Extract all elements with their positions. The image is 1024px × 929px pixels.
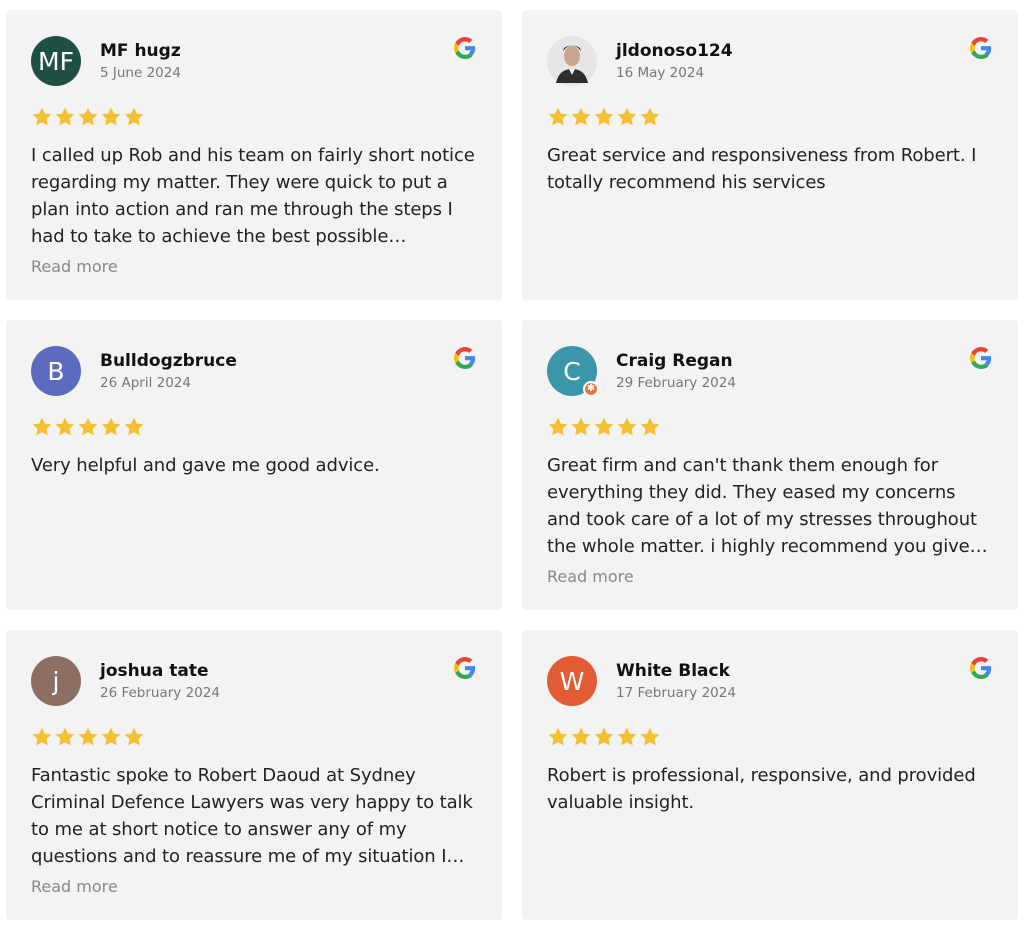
reviewer-name: Bulldogzbruce [100, 350, 237, 371]
review-card: j joshua tate 26 February 2024 Fantastic… [6, 630, 502, 920]
star-rating [31, 416, 477, 440]
star-icon [616, 416, 638, 438]
read-more-link[interactable]: Read more [31, 877, 477, 896]
star-rating [31, 726, 477, 750]
star-rating [547, 726, 993, 750]
star-icon [31, 106, 53, 128]
read-more-link[interactable]: Read more [547, 567, 993, 586]
star-icon [639, 106, 661, 128]
review-text: Great service and responsiveness from Ro… [547, 145, 977, 193]
avatar-initials: MF [38, 46, 74, 76]
reviewer-name: MF hugz [100, 40, 181, 61]
star-icon [123, 106, 145, 128]
star-icon [547, 106, 569, 128]
reviewer-meta: Craig Regan 29 February 2024 [616, 350, 736, 393]
star-icon [593, 106, 615, 128]
avatar-initials: C [563, 356, 581, 386]
avatar: j [31, 656, 81, 706]
google-g-icon[interactable] [454, 37, 476, 59]
avatar-initials: B [47, 356, 65, 386]
reviewer-meta: jldonoso124 16 May 2024 [616, 40, 733, 83]
review-header: W White Black 17 February 2024 [547, 656, 993, 706]
reviewer-meta: joshua tate 26 February 2024 [100, 660, 220, 703]
star-rating [547, 106, 993, 130]
review-header: j joshua tate 26 February 2024 [31, 656, 477, 706]
local-guide-badge-icon: ✱ [583, 381, 599, 397]
star-icon [570, 726, 592, 748]
review-card: B Bulldogzbruce 26 April 2024 Very helpf… [6, 320, 502, 610]
reviewer-name: joshua tate [100, 660, 209, 681]
star-icon [547, 726, 569, 748]
review-text: Great firm and can't thank them enough f… [547, 455, 977, 557]
star-icon [31, 726, 53, 748]
star-icon [77, 416, 99, 438]
star-icon [77, 726, 99, 748]
avatar-initials: j [52, 666, 60, 696]
review-card: W White Black 17 February 2024 Robert is… [522, 630, 1018, 920]
star-icon [639, 416, 661, 438]
review-card: C ✱ Craig Regan 29 February 2024 Great fi… [522, 320, 1018, 610]
star-icon [100, 106, 122, 128]
review-header: jldonoso124 16 May 2024 [547, 36, 993, 86]
review-card: jldonoso124 16 May 2024 Great service an… [522, 10, 1018, 300]
star-icon [54, 106, 76, 128]
google-g-icon[interactable] [970, 657, 992, 679]
avatar-photo [547, 36, 597, 86]
star-icon [54, 416, 76, 438]
star-icon [570, 106, 592, 128]
avatar: MF [31, 36, 81, 86]
review-text: Fantastic spoke to Robert Daoud at Sydne… [31, 765, 473, 867]
star-icon [100, 726, 122, 748]
star-icon [100, 416, 122, 438]
review-header: C ✱ Craig Regan 29 February 2024 [547, 346, 993, 397]
review-date: 29 February 2024 [616, 374, 736, 391]
star-icon [123, 726, 145, 748]
star-icon [77, 106, 99, 128]
reviewer-meta: Bulldogzbruce 26 April 2024 [100, 350, 237, 393]
star-rating [31, 106, 477, 130]
review-text: Very helpful and gave me good advice. [31, 455, 380, 476]
reviewer-name: Craig Regan [616, 350, 733, 371]
star-icon [31, 416, 53, 438]
avatar-photo-icon [547, 36, 597, 86]
review-card: MF MF hugz 5 June 2024 I called up Rob a… [6, 10, 502, 300]
star-icon [547, 416, 569, 438]
review-date: 17 February 2024 [616, 684, 736, 701]
avatar: W [547, 656, 597, 706]
google-g-icon[interactable] [454, 657, 476, 679]
review-date: 5 June 2024 [100, 64, 181, 81]
review-header: B Bulldogzbruce 26 April 2024 [31, 346, 477, 396]
avatar-initials: W [559, 666, 585, 696]
star-icon [570, 416, 592, 438]
review-date: 26 April 2024 [100, 374, 191, 391]
reviews-grid: MF MF hugz 5 June 2024 I called up Rob a… [6, 10, 1018, 920]
avatar: C ✱ [547, 346, 599, 397]
reviewer-meta: MF hugz 5 June 2024 [100, 40, 181, 83]
read-more-link[interactable]: Read more [31, 257, 477, 276]
review-date: 26 February 2024 [100, 684, 220, 701]
review-text: I called up Rob and his team on fairly s… [31, 145, 475, 247]
star-icon [123, 416, 145, 438]
reviewer-meta: White Black 17 February 2024 [616, 660, 736, 703]
review-text: Robert is professional, responsive, and … [547, 765, 976, 813]
avatar: B [31, 346, 81, 396]
star-icon [54, 726, 76, 748]
star-icon [639, 726, 661, 748]
review-header: MF MF hugz 5 June 2024 [31, 36, 477, 86]
star-icon [616, 726, 638, 748]
star-icon [616, 106, 638, 128]
reviewer-name: jldonoso124 [616, 40, 733, 61]
star-rating [547, 416, 993, 440]
review-date: 16 May 2024 [616, 64, 705, 81]
reviewer-name: White Black [616, 660, 730, 681]
google-g-icon[interactable] [970, 347, 992, 369]
star-icon [593, 416, 615, 438]
google-g-icon[interactable] [454, 347, 476, 369]
google-g-icon[interactable] [970, 37, 992, 59]
star-icon [593, 726, 615, 748]
